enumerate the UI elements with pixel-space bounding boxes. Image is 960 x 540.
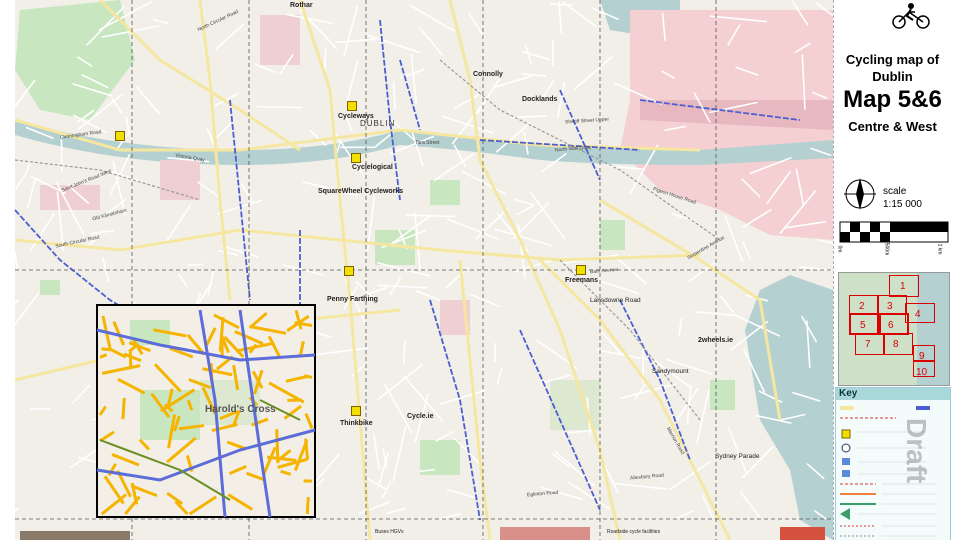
key-title: Key bbox=[836, 388, 950, 400]
scale-tick: 0m bbox=[836, 245, 843, 253]
bike-shop-marker[interactable] bbox=[576, 265, 586, 275]
bike-shop-label: SquareWheel Cycleworks bbox=[318, 188, 404, 195]
bike-shop-label: Thinkbike bbox=[340, 420, 373, 427]
index-sheet: 2 bbox=[849, 295, 879, 315]
bike-shop-label: Freemans bbox=[565, 277, 599, 284]
map-margin-left bbox=[0, 0, 15, 540]
inset-street bbox=[121, 397, 126, 420]
bike-shop-label: Cycleways bbox=[338, 113, 374, 120]
title-line2: Dublin bbox=[872, 69, 913, 84]
key-legend-symbols bbox=[840, 406, 936, 537]
bike-shop-marker[interactable] bbox=[351, 153, 361, 163]
place-label: Sandymount bbox=[652, 368, 689, 375]
minor-street bbox=[493, 342, 497, 363]
index-sheet: 10 bbox=[913, 361, 935, 378]
map-subtitle: Centre & West bbox=[848, 119, 937, 134]
index-sheet: 8 bbox=[883, 333, 913, 355]
map-number: Map 5&6 bbox=[843, 86, 942, 113]
north-arrow-icon bbox=[844, 178, 876, 210]
index-sheet: 1 bbox=[889, 275, 919, 297]
index-map[interactable]: 1 2 3 4 5 6 7 8 9 10 bbox=[838, 272, 950, 386]
index-sheet: 7 bbox=[855, 333, 885, 355]
index-sheet-current: 6 bbox=[877, 313, 909, 335]
title-line1: Cycling map of bbox=[845, 52, 940, 67]
scale-tick: 500m bbox=[883, 242, 890, 256]
inset-street bbox=[303, 374, 313, 379]
place-label: Connolly bbox=[473, 71, 503, 78]
bottom-label: Buses HGVs bbox=[375, 529, 404, 535]
bike-shop-label: Rothar bbox=[290, 2, 313, 9]
scale-tick: 1 km bbox=[936, 243, 943, 255]
bike-shop-marker[interactable] bbox=[344, 266, 354, 276]
index-sheet: 9 bbox=[913, 345, 935, 362]
place-label: Sydney Parade bbox=[715, 453, 760, 460]
map-page: DUBLIN Cycleways Cyclelogical SquareWhee… bbox=[0, 0, 960, 540]
bike-shop-label: Penny Farthing bbox=[327, 296, 378, 303]
scale-label: scale bbox=[883, 186, 907, 197]
inset-street bbox=[101, 347, 113, 352]
inset-street bbox=[305, 497, 310, 515]
bike-shop-label: Cyclelogical bbox=[352, 164, 393, 171]
street-label: Tara Street bbox=[415, 140, 440, 146]
minor-street bbox=[256, 105, 303, 109]
place-label: Lansdowne Road bbox=[590, 297, 641, 304]
scale-value: 1:15 000 bbox=[883, 199, 922, 210]
place-label: Docklands bbox=[522, 96, 558, 103]
bike-shop-label: 2wheels.ie bbox=[698, 337, 734, 344]
inset-street bbox=[275, 429, 280, 464]
index-sheet: 4 bbox=[905, 303, 935, 323]
scale-bar bbox=[839, 221, 949, 243]
cyclist-icon bbox=[892, 3, 930, 29]
bike-shop-marker[interactable] bbox=[351, 406, 361, 416]
bike-shop-marker[interactable] bbox=[347, 101, 357, 111]
draft-watermark: Draft bbox=[901, 418, 932, 484]
minor-street bbox=[188, 263, 205, 266]
area-label-dublin: DUBLIN bbox=[360, 119, 396, 128]
inset-place-label: Harold's Cross bbox=[205, 404, 276, 415]
index-sheet: 3 bbox=[877, 295, 907, 315]
map-key: Key Draft bbox=[835, 387, 951, 540]
map-canvas[interactable] bbox=[0, 0, 833, 540]
minor-street bbox=[30, 407, 51, 411]
inset-street bbox=[304, 438, 310, 460]
bottom-label: Roadside cycle facilities bbox=[607, 529, 661, 535]
bottom-strip: Buses HGVs Roadside cycle facilities bbox=[15, 519, 833, 540]
bike-shop-label: Cycle.ie bbox=[407, 413, 434, 420]
bike-shop-marker[interactable] bbox=[115, 131, 125, 141]
